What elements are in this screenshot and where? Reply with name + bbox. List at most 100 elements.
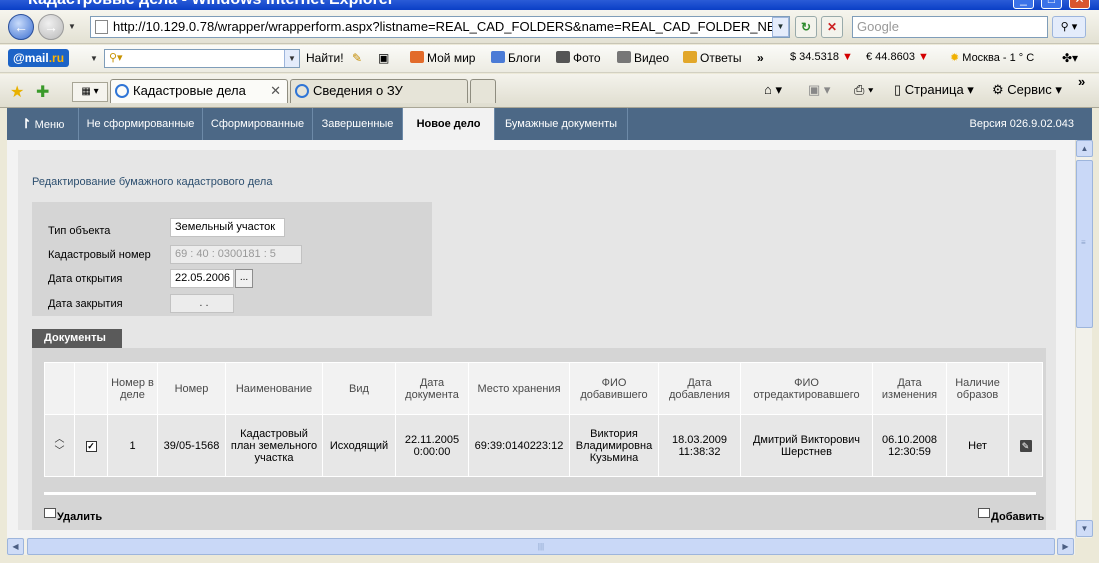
nav-completed[interactable]: Завершенные — [313, 108, 403, 140]
header-number[interactable]: Номер — [157, 362, 226, 415]
home-icon[interactable]: ⌂ ▾ — [764, 82, 782, 98]
eur-rate: € 44.8603 ▼ — [866, 51, 929, 63]
history-dropdown-icon[interactable]: ▼ — [68, 22, 76, 31]
link-video[interactable]: Видео — [617, 51, 669, 65]
link-my-world[interactable]: Мой мир — [410, 51, 475, 65]
refresh-icon[interactable]: ↻ — [795, 16, 817, 38]
header-edited-date[interactable]: Дата изменения — [872, 362, 947, 415]
camera-icon — [556, 51, 570, 63]
link-answers[interactable]: Ответы — [683, 51, 741, 65]
nav-paper-documents[interactable]: Бумажные документы — [495, 108, 628, 140]
open-date-field[interactable]: 22.05.2006 — [170, 269, 234, 288]
header-has-images[interactable]: Наличие образов — [946, 362, 1009, 415]
forward-button[interactable]: → — [38, 14, 64, 40]
print-icon[interactable]: ⎙ ▾ — [854, 82, 873, 98]
edit-icon[interactable]: ✎ — [1019, 439, 1032, 452]
header-edit — [1008, 362, 1043, 415]
answers-icon — [683, 51, 697, 63]
ie-page-icon — [295, 84, 309, 98]
page-menu[interactable]: ▯ Страница ▾ — [894, 82, 974, 98]
url-input[interactable]: http://10.129.0.78/wrapper/wrapperform.a… — [90, 16, 790, 38]
pencil-icon[interactable]: ✎ — [352, 51, 362, 65]
table-header-row: Номер в деле Номер Наименование Вид Дата… — [44, 362, 1043, 415]
weather[interactable]: ✹ Москва - 1 ° C — [950, 51, 1034, 64]
documents-box: Номер в деле Номер Наименование Вид Дата… — [32, 348, 1046, 530]
scroll-up-icon[interactable]: ▲ — [1076, 140, 1093, 157]
down-arrow-icon: ▼ — [842, 51, 853, 63]
header-added-date[interactable]: Дата добавления — [658, 362, 741, 415]
cell-doc-date: 22.11.2005 0:00:00 — [395, 414, 469, 477]
tools-menu[interactable]: ⚙ Сервис ▾ — [992, 82, 1062, 98]
header-edited-by[interactable]: ФИО отредактировавшего — [740, 362, 873, 415]
mailru-search-button[interactable]: Найти! — [306, 51, 344, 65]
tab-land-info[interactable]: Сведения о ЗУ — [290, 79, 468, 103]
vertical-scroll-thumb[interactable]: ≡ — [1076, 160, 1093, 328]
scroll-left-icon[interactable]: ◀ — [7, 538, 24, 555]
url-dropdown-icon[interactable]: ▼ — [772, 17, 789, 37]
window-title-bar: Кадастровые дела - Windows Internet Expl… — [0, 0, 1099, 10]
close-window-button[interactable]: ✕ — [1069, 0, 1090, 9]
video-icon — [617, 51, 631, 63]
date-picker-button[interactable]: ... — [235, 269, 253, 288]
mailru-search-input[interactable]: ⚲▾ ▼ — [104, 49, 300, 68]
app-nav: ↾ Меню Не сформированные Сформированные … — [7, 108, 1092, 140]
mailru-search-dropdown-icon[interactable]: ▼ — [284, 50, 299, 67]
search-button[interactable]: ⚲ ▾ — [1052, 16, 1086, 38]
object-type-field[interactable]: Земельный участок — [170, 218, 285, 237]
more-commands-icon[interactable]: » — [1078, 74, 1085, 89]
window-left-edge — [0, 108, 7, 563]
header-doc-date[interactable]: Дата документа — [395, 362, 469, 415]
favorites-star-icon[interactable]: ★ — [10, 82, 24, 102]
table-delete-icon — [44, 508, 56, 518]
open-date-label: Дата открытия — [48, 273, 123, 285]
row-checkbox[interactable]: ✓ — [85, 440, 97, 452]
horizontal-scroll-thumb[interactable]: ||| — [27, 538, 1055, 555]
link-blogs[interactable]: Блоги — [491, 51, 541, 65]
table-row[interactable]: ︿ ﹀ ✓ 1 39/05-1568 Кадастровый план земел… — [44, 414, 1043, 477]
header-kind[interactable]: Вид — [322, 362, 396, 415]
back-button[interactable]: ← — [8, 14, 34, 40]
maximize-button[interactable]: □ — [1041, 0, 1062, 9]
horizontal-scrollbar[interactable]: ◀ ||| ▶ — [7, 538, 1075, 555]
more-chevron-icon[interactable]: » — [757, 51, 764, 65]
stop-icon[interactable]: ✕ — [821, 16, 843, 38]
documents-tab[interactable]: Документы — [32, 329, 122, 348]
documents-table: Номер в деле Номер Наименование Вид Дата… — [44, 362, 1043, 477]
close-date-field: . . — [170, 294, 234, 313]
nav-not-formed[interactable]: Не сформированные — [79, 108, 203, 140]
delete-button[interactable]: Удалить — [44, 508, 102, 523]
add-button[interactable]: Добавить — [978, 508, 1044, 523]
quick-tabs-button[interactable]: ▦ ▾ — [72, 82, 108, 102]
vertical-scrollbar[interactable]: ▲ ≡ ▼ — [1075, 140, 1093, 538]
nav-formed[interactable]: Сформированные — [203, 108, 313, 140]
tab-cadastral-cases[interactable]: Кадастровые дела ✕ — [110, 79, 288, 103]
window-title: Кадастровые дела - Windows Internet Expl… — [28, 0, 394, 9]
move-up-icon[interactable]: ︿ — [55, 434, 65, 445]
feeds-icon[interactable]: ▣ ▾ — [808, 82, 830, 98]
scroll-down-icon[interactable]: ▼ — [1076, 520, 1093, 537]
mailru-mail-icon[interactable]: ▣ — [378, 51, 389, 65]
settings-dropdown-icon[interactable]: ✤▾ — [1062, 51, 1078, 65]
header-storage[interactable]: Место хранения — [468, 362, 570, 415]
move-down-icon[interactable]: ﹀ — [55, 446, 65, 457]
edit-panel: Редактирование бумажного кадастрового де… — [18, 150, 1056, 530]
mailru-logo[interactable]: @mail.ru — [8, 49, 70, 67]
nav-new-case[interactable]: Новое дело — [403, 108, 495, 140]
mailru-toolbar: @mail.ru ▼ ⚲▾ ▼ Найти! ✎ ▣ Мой мир Блоги … — [0, 45, 1099, 73]
cell-name: Кадастровый план земельного участка — [225, 414, 323, 477]
header-num-in-case[interactable]: Номер в деле — [107, 362, 158, 415]
page-viewport: Редактирование бумажного кадастрового де… — [7, 140, 1076, 538]
link-photo[interactable]: Фото — [556, 51, 601, 65]
mailru-menu-dropdown-icon[interactable]: ▼ — [90, 54, 98, 63]
close-tab-icon[interactable]: ✕ — [270, 80, 281, 102]
header-added-by[interactable]: ФИО добавившего — [569, 362, 659, 415]
add-favorites-icon[interactable]: ✚ — [36, 82, 49, 102]
edit-cell: ✎ — [1008, 414, 1043, 477]
search-input[interactable]: Google — [852, 16, 1048, 38]
new-tab-button[interactable] — [470, 79, 496, 103]
header-name[interactable]: Наименование — [225, 362, 323, 415]
scroll-right-icon[interactable]: ▶ — [1057, 538, 1074, 555]
nav-menu[interactable]: ↾ Меню — [7, 108, 79, 140]
minimize-button[interactable]: _ — [1013, 0, 1034, 9]
cadastral-number-label: Кадастровый номер — [48, 249, 151, 261]
